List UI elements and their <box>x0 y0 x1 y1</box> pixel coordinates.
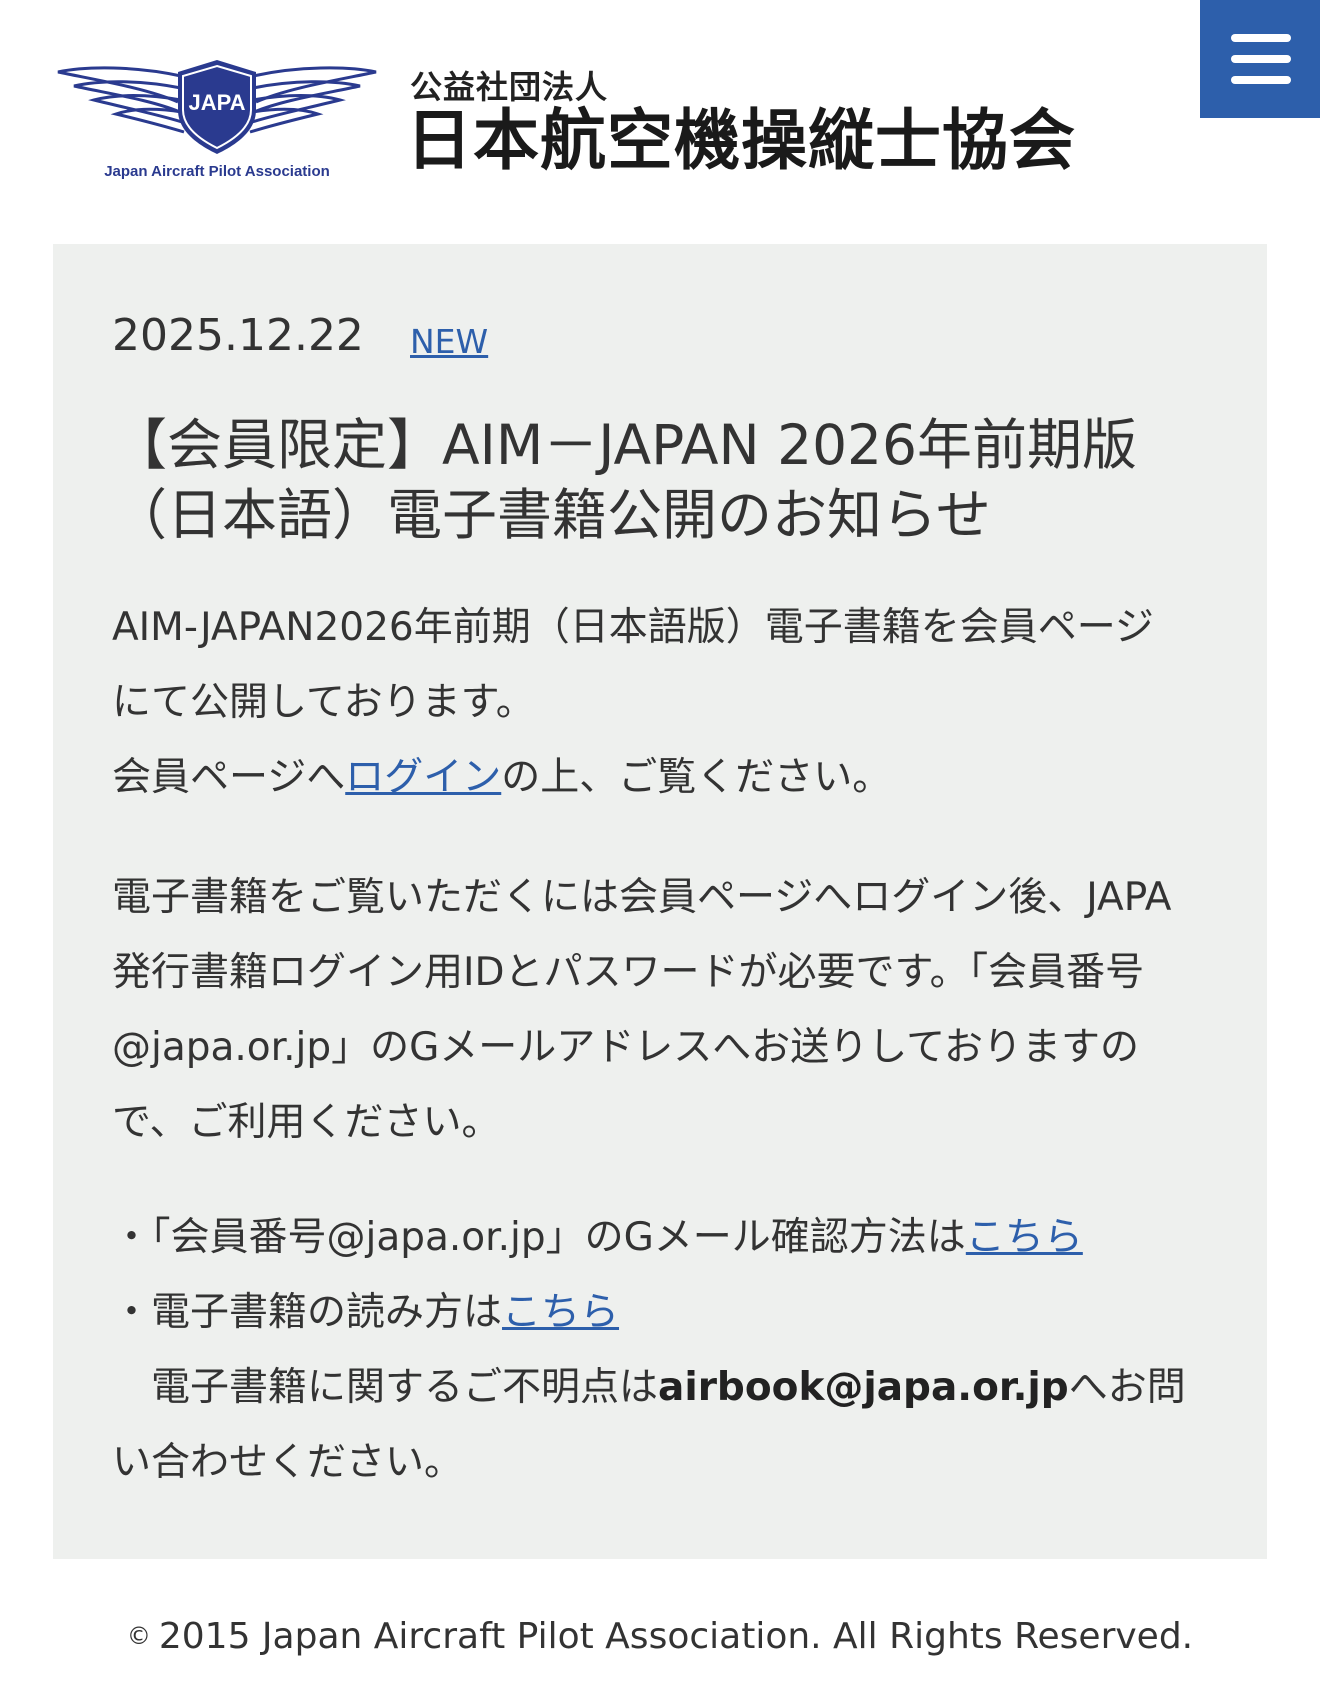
winged-shield-logo-icon: JAPA Japan Aircraft Pilot Association <box>57 60 377 180</box>
list-item-text: ・「会員番号@japa.or.jp」のGメール確認方法は <box>112 1215 966 1260</box>
article-title: 【会員限定】AIM－JAPAN 2026年前期版（日本語）電子書籍公開のお知らせ <box>112 413 1138 547</box>
help-links-list: ・「会員番号@japa.or.jp」のGメール確認方法はこちら ・電子書籍の読み… <box>112 1200 1192 1500</box>
hamburger-menu-icon <box>1231 34 1291 42</box>
paragraph-text: 会員ページへ <box>112 755 346 800</box>
hamburger-menu-button[interactable] <box>1200 0 1320 118</box>
post-date: 2025.12.22 <box>112 310 364 361</box>
list-item-text: ・電子書籍の読み方は <box>112 1290 503 1335</box>
article-paragraph-1: AIM-JAPAN2026年前期（日本語版）電子書籍を会員ページにて公開しており… <box>112 590 1192 815</box>
org-name[interactable]: 日本航空機操縦士協会 <box>406 108 1076 174</box>
japa-logo[interactable]: JAPA Japan Aircraft Pilot Association <box>56 58 378 190</box>
svg-text:Japan Aircraft Pilot Associati: Japan Aircraft Pilot Association <box>104 163 330 180</box>
hamburger-menu-icon-bar <box>1231 55 1291 63</box>
site-header: JAPA Japan Aircraft Pilot Association 公益… <box>0 0 1320 230</box>
paragraph-text: AIM-JAPAN2026年前期（日本語版）電子書籍を会員ページにて公開しており… <box>112 605 1154 725</box>
svg-text:JAPA: JAPA <box>188 90 245 115</box>
contact-email: airbook@japa.or.jp <box>658 1365 1069 1410</box>
new-badge[interactable]: NEW <box>410 322 488 361</box>
copyright-text: 2015 Japan Aircraft Pilot Association. A… <box>158 1616 1194 1657</box>
gmail-guide-link[interactable]: こちら <box>966 1215 1083 1260</box>
site-footer: © 2015 Japan Aircraft Pilot Association. … <box>0 1616 1320 1657</box>
contact-text: 電子書籍に関するご不明点は <box>112 1365 659 1410</box>
paragraph-text: の上、ご覧ください。 <box>501 755 892 800</box>
ebook-guide-link[interactable]: こちら <box>502 1290 619 1335</box>
copyright-symbol: © <box>126 1622 151 1650</box>
login-link[interactable]: ログイン <box>345 755 501 800</box>
hamburger-menu-icon-bar <box>1231 76 1291 84</box>
article-paragraph-2: 電子書籍をご覧いただくには会員ページへログイン後、JAPA発行書籍ログイン用ID… <box>112 875 1172 1145</box>
